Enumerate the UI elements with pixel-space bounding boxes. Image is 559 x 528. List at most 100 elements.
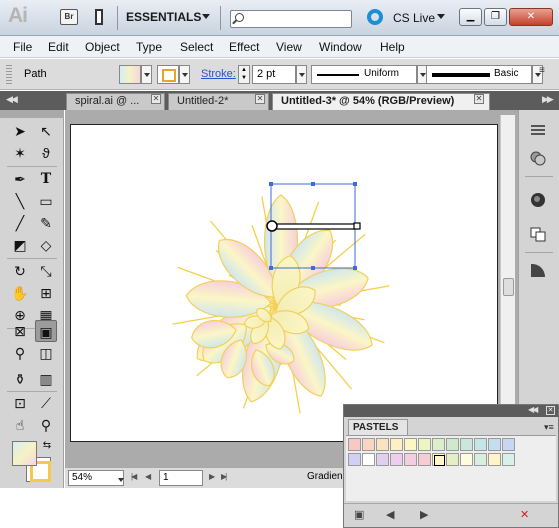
color-swatch[interactable]	[446, 438, 459, 451]
color-swatch[interactable]	[488, 438, 501, 451]
fill-swatch[interactable]	[12, 441, 37, 466]
mesh-tool-icon[interactable]: ⊠	[9, 320, 31, 342]
color-swatch[interactable]	[362, 453, 375, 466]
menu-help[interactable]: Help	[380, 40, 405, 54]
scrollbar-thumb[interactable]	[503, 278, 514, 296]
zoom-tool-icon[interactable]: ⚲	[35, 414, 57, 436]
color-swatch[interactable]	[418, 453, 431, 466]
previous-artboard-icon[interactable]: ◀	[145, 472, 151, 481]
scale-tool-icon[interactable]: ⤡	[35, 260, 57, 282]
cs-live-label[interactable]: CS Live	[393, 11, 435, 25]
column-graph-tool-icon[interactable]: ▥	[35, 368, 57, 390]
slice-tool-icon[interactable]: ⟋	[35, 392, 57, 414]
panel-tab-pastels[interactable]: PASTELS	[348, 419, 408, 435]
bounding-box-handle[interactable]	[311, 266, 315, 270]
color-swatch[interactable]	[404, 453, 417, 466]
bounding-box-handle[interactable]	[269, 266, 273, 270]
free-transform-tool-icon[interactable]: ⊞	[35, 282, 57, 304]
color-swatch[interactable]	[432, 438, 445, 451]
eraser-tool-icon[interactable]: ◇	[35, 234, 57, 256]
expand-arrows-icon[interactable]: ▶▶	[542, 94, 554, 105]
appearance-icon[interactable]	[528, 190, 548, 210]
eyedropper-tool-icon[interactable]: ⚲	[9, 342, 31, 364]
arrange-documents-button[interactable]	[95, 9, 103, 25]
close-button[interactable]: ✕	[509, 8, 553, 26]
artwork[interactable]	[71, 125, 499, 443]
color-swatch[interactable]	[432, 453, 445, 466]
color-swatch[interactable]	[390, 453, 403, 466]
close-panel-icon[interactable]: ✕	[546, 406, 555, 415]
color-swatch[interactable]	[376, 438, 389, 451]
menu-file[interactable]: File	[13, 40, 32, 54]
graphic-styles-icon[interactable]	[528, 223, 548, 243]
maximize-button[interactable]: ❐	[484, 8, 507, 26]
gradient-end-handle[interactable]	[353, 222, 361, 230]
stroke-dropdown[interactable]	[179, 65, 190, 84]
tab-untitled-3[interactable]: Untitled-3* @ 54% (RGB/Preview)	[272, 93, 490, 110]
transparency-icon[interactable]	[528, 260, 548, 280]
type-tool-icon[interactable]: T	[35, 168, 57, 190]
tools-panel-header[interactable]	[0, 110, 64, 118]
brush-definition-select[interactable]: Basic	[426, 65, 532, 84]
next-library-icon[interactable]: ▶	[420, 508, 428, 521]
stroke-panel-link[interactable]: Stroke:	[201, 68, 236, 80]
artboard-tool-icon[interactable]: ⊡	[9, 392, 31, 414]
symbol-sprayer-tool-icon[interactable]: ⚱	[9, 368, 31, 390]
bounding-box-handle[interactable]	[353, 182, 357, 186]
previous-library-icon[interactable]: ◀	[386, 508, 394, 521]
line-tool-icon[interactable]: ╲	[9, 190, 31, 212]
color-swatch[interactable]	[418, 438, 431, 451]
color-swatch[interactable]	[362, 438, 375, 451]
color-swatch[interactable]	[460, 438, 473, 451]
pen-tool-icon[interactable]: ✒	[9, 168, 31, 190]
panel-grip[interactable]	[6, 65, 12, 85]
color-swatch[interactable]	[390, 438, 403, 451]
swatch-libraries-icon[interactable]: ▣	[354, 508, 364, 521]
color-swatch[interactable]	[348, 453, 361, 466]
magic-wand-tool-icon[interactable]: ✶	[9, 142, 31, 164]
color-swatch[interactable]	[488, 453, 501, 466]
minimize-button[interactable]: ▁	[459, 8, 482, 26]
cs-live-icon[interactable]	[367, 9, 383, 25]
close-tab-icon[interactable]: ✕	[151, 94, 161, 104]
collapse-arrows-icon[interactable]: ◀◀	[6, 94, 18, 105]
warp-tool-icon[interactable]: ✋	[9, 282, 31, 304]
menu-object[interactable]: Object	[85, 40, 120, 54]
stroke-weight-dropdown[interactable]	[296, 65, 307, 84]
hand-tool-icon[interactable]: ☝	[9, 414, 31, 436]
color-swatch[interactable]	[474, 438, 487, 451]
gradient-tool-icon[interactable]: ▣	[35, 320, 57, 342]
close-tab-icon[interactable]: ✕	[255, 94, 265, 104]
rotate-tool-icon[interactable]: ↻	[9, 260, 31, 282]
menu-effect[interactable]: Effect	[229, 40, 259, 54]
zoom-level-select[interactable]: 54%	[68, 470, 124, 486]
color-swatch[interactable]	[502, 453, 515, 466]
delete-swatch-icon[interactable]: ✕	[520, 508, 529, 521]
fill-color-swatch[interactable]	[119, 65, 141, 84]
panel-menu-icon[interactable]: ▾≡	[544, 422, 554, 433]
artboard-number-select[interactable]: 1	[159, 470, 203, 486]
stroke-weight-stepper[interactable]: ▲ ▼	[238, 65, 250, 84]
artboard[interactable]	[70, 124, 498, 442]
next-artboard-icon[interactable]: ▶	[209, 472, 215, 481]
paintbrush-tool-icon[interactable]: ╱	[9, 212, 31, 234]
variable-width-profile-select[interactable]: Uniform	[311, 65, 417, 84]
menu-edit[interactable]: Edit	[48, 40, 69, 54]
chevron-down-icon[interactable]	[202, 14, 210, 19]
gradient-origin-handle[interactable]	[266, 220, 278, 232]
bounding-box-handle[interactable]	[311, 182, 315, 186]
stroke-weight-input[interactable]: 2 pt	[252, 65, 296, 84]
swap-fill-stroke-icon[interactable]: ⇆	[40, 439, 54, 453]
blend-tool-icon[interactable]: ◫	[35, 342, 57, 364]
last-artboard-icon[interactable]: ▶|	[221, 472, 227, 481]
collapse-arrows-icon[interactable]: ◀◀	[528, 405, 538, 414]
menu-select[interactable]: Select	[180, 40, 213, 54]
lasso-tool-icon[interactable]: ϑ	[35, 142, 57, 164]
color-swatch[interactable]	[460, 453, 473, 466]
panel-options-icon[interactable]: ≡	[539, 65, 545, 76]
go-to-bridge-button[interactable]: Br	[60, 9, 78, 25]
color-swatch[interactable]	[502, 438, 515, 451]
color-swatch[interactable]	[376, 453, 389, 466]
color-swatch[interactable]	[348, 438, 361, 451]
bounding-box-handle[interactable]	[269, 182, 273, 186]
